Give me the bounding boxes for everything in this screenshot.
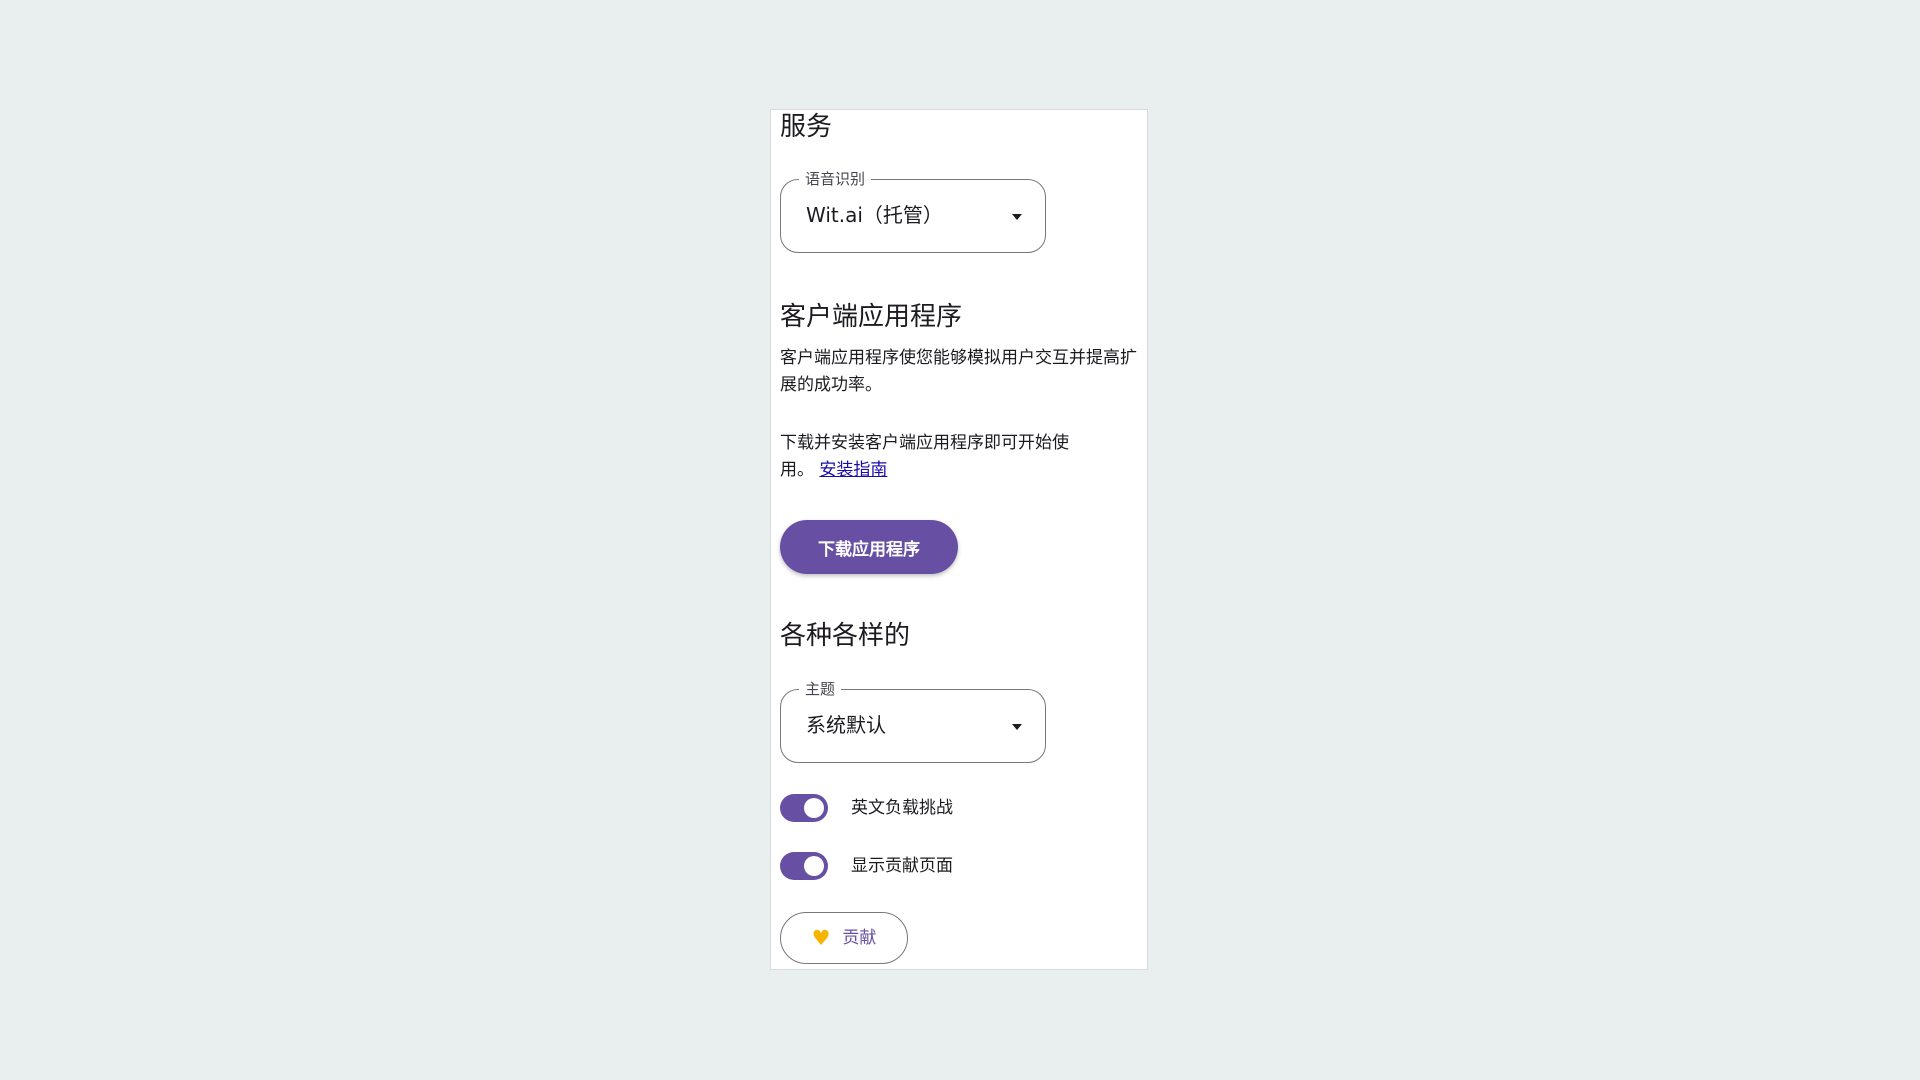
contribute-page-toggle[interactable] xyxy=(780,852,828,880)
client-app-heading: 客户端应用程序 xyxy=(780,302,963,332)
toggle-knob xyxy=(804,856,824,876)
settings-panel: 服务 语音识别 Wit.ai（托管） 客户端应用程序 客户端应用程序使您能够模拟… xyxy=(770,109,1148,970)
install-guide-link[interactable]: 安装指南 xyxy=(819,460,887,480)
english-challenge-label: 英文负载挑战 xyxy=(851,798,953,818)
download-app-button[interactable]: 下载应用程序 xyxy=(780,520,958,574)
speech-recognition-label: 语音识别 xyxy=(799,169,872,189)
contribute-button-label: 贡献 xyxy=(842,928,877,948)
speech-recognition-value: Wit.ai（托管） xyxy=(806,203,943,227)
install-instructions: 下载并安装客户端应用程序即可开始使用。 安装指南 xyxy=(780,430,1100,484)
arrow-drop-down-icon xyxy=(1012,214,1022,220)
speech-recognition-select[interactable]: 语音识别 Wit.ai（托管） xyxy=(780,169,1046,253)
arrow-drop-down-icon xyxy=(1012,724,1022,730)
toggle-knob xyxy=(804,798,824,818)
services-heading: 服务 xyxy=(780,112,833,142)
theme-select[interactable]: 主题 系统默认 xyxy=(780,679,1046,763)
contribute-button[interactable]: ♥ 贡献 xyxy=(780,912,908,964)
theme-value: 系统默认 xyxy=(806,713,886,737)
misc-heading: 各种各样的 xyxy=(780,621,911,651)
toggle-row-contribute-page: 显示贡献页面 xyxy=(780,852,953,880)
client-app-description: 客户端应用程序使您能够模拟用户交互并提高扩展的成功率。 xyxy=(780,348,1137,395)
heart-icon: ♥ xyxy=(811,925,831,950)
theme-label: 主题 xyxy=(799,679,842,699)
english-challenge-toggle[interactable] xyxy=(780,794,828,822)
toggle-row-english-challenge: 英文负载挑战 xyxy=(780,794,953,822)
contribute-page-label: 显示贡献页面 xyxy=(851,856,953,876)
